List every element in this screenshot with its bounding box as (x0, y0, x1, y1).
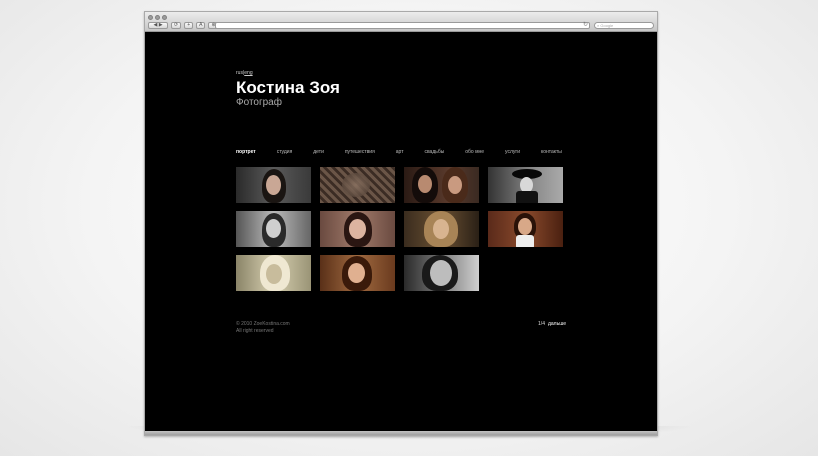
menu-item-weddings[interactable]: свадьбы (424, 149, 444, 155)
zoom-window-button[interactable] (162, 15, 167, 20)
portrait-thumb-1[interactable] (236, 167, 311, 203)
copyright-text: © 2010 ZoeKostina.com (236, 321, 290, 327)
portrait-thumb-4[interactable] (488, 167, 563, 203)
browser-window: ◀ ▶ ⟳ + A ⊕ ↻ ⌕ Google rus | eng Костина… (144, 11, 658, 436)
portrait-thumb-3[interactable] (404, 167, 479, 203)
portrait-thumb-8[interactable] (488, 211, 563, 247)
site-title[interactable]: Костина Зоя (236, 78, 340, 98)
photo-face (266, 264, 282, 284)
next-page-link[interactable]: дальше (548, 321, 566, 327)
menu-item-services[interactable]: услуги (505, 149, 520, 155)
text-size-button[interactable]: A (196, 22, 206, 29)
photo-face (266, 219, 281, 238)
search-field[interactable]: ⌕ Google (594, 22, 654, 29)
lang-en-link[interactable]: eng (244, 70, 252, 76)
reload-icon[interactable]: ↻ (583, 22, 588, 29)
menu-item-art[interactable]: арт (396, 149, 404, 155)
photo-face (418, 175, 432, 193)
site-subtitle: Фотограф (236, 97, 282, 108)
photo-face (342, 173, 370, 197)
browser-toolbar: ◀ ▶ ⟳ + A ⊕ ↻ ⌕ Google (145, 12, 657, 32)
footer-copyright: © 2010 ZoeKostina.com All right reserved (236, 321, 290, 335)
menu-item-studio[interactable]: студия (277, 149, 293, 155)
pagination: 1/4 дальше (538, 321, 566, 327)
photo-face (348, 263, 365, 283)
photo-grid (236, 167, 563, 291)
portrait-thumb-7[interactable] (404, 211, 479, 247)
photo-face (518, 218, 532, 235)
add-bookmark-button[interactable]: + (184, 22, 194, 29)
photo-face (266, 175, 281, 195)
language-switcher: rus | eng (236, 70, 253, 76)
menu-item-portrait[interactable]: портрет (236, 149, 256, 155)
photo-face (349, 219, 366, 239)
main-menu: портрет студия дети путешествия арт свад… (236, 149, 562, 155)
photo-face (448, 176, 462, 194)
portrait-thumb-11[interactable] (404, 255, 479, 291)
menu-item-contacts[interactable]: контакты (541, 149, 562, 155)
rights-text: All right reserved (236, 328, 274, 334)
reload-button[interactable]: ⟳ (171, 22, 182, 29)
photo-body (516, 191, 538, 203)
portrait-thumb-10[interactable] (320, 255, 395, 291)
photo-face (433, 219, 449, 239)
menu-item-kids[interactable]: дети (313, 149, 324, 155)
window-controls (148, 15, 167, 20)
address-bar[interactable]: ↻ (215, 22, 590, 29)
close-window-button[interactable] (148, 15, 153, 20)
nav-buttons: ◀ ▶ ⟳ + A ⊕ (148, 22, 219, 29)
window-bottom-bar (145, 431, 657, 435)
minimize-window-button[interactable] (155, 15, 160, 20)
page-viewport: rus | eng Костина Зоя Фотограф портрет с… (145, 32, 657, 431)
photo-face (430, 260, 452, 286)
portrait-thumb-2[interactable] (320, 167, 395, 203)
photo-body (516, 235, 534, 247)
portrait-thumb-9[interactable] (236, 255, 311, 291)
page-indicator: 1/4 (538, 321, 545, 327)
portrait-thumb-5[interactable] (236, 211, 311, 247)
menu-item-about[interactable]: обо мне (465, 149, 484, 155)
lang-ru-link[interactable]: rus (236, 70, 243, 76)
search-placeholder: Google (600, 23, 614, 28)
portrait-thumb-6[interactable] (320, 211, 395, 247)
menu-item-travel[interactable]: путешествия (345, 149, 375, 155)
back-forward-button[interactable]: ◀ ▶ (148, 22, 168, 29)
